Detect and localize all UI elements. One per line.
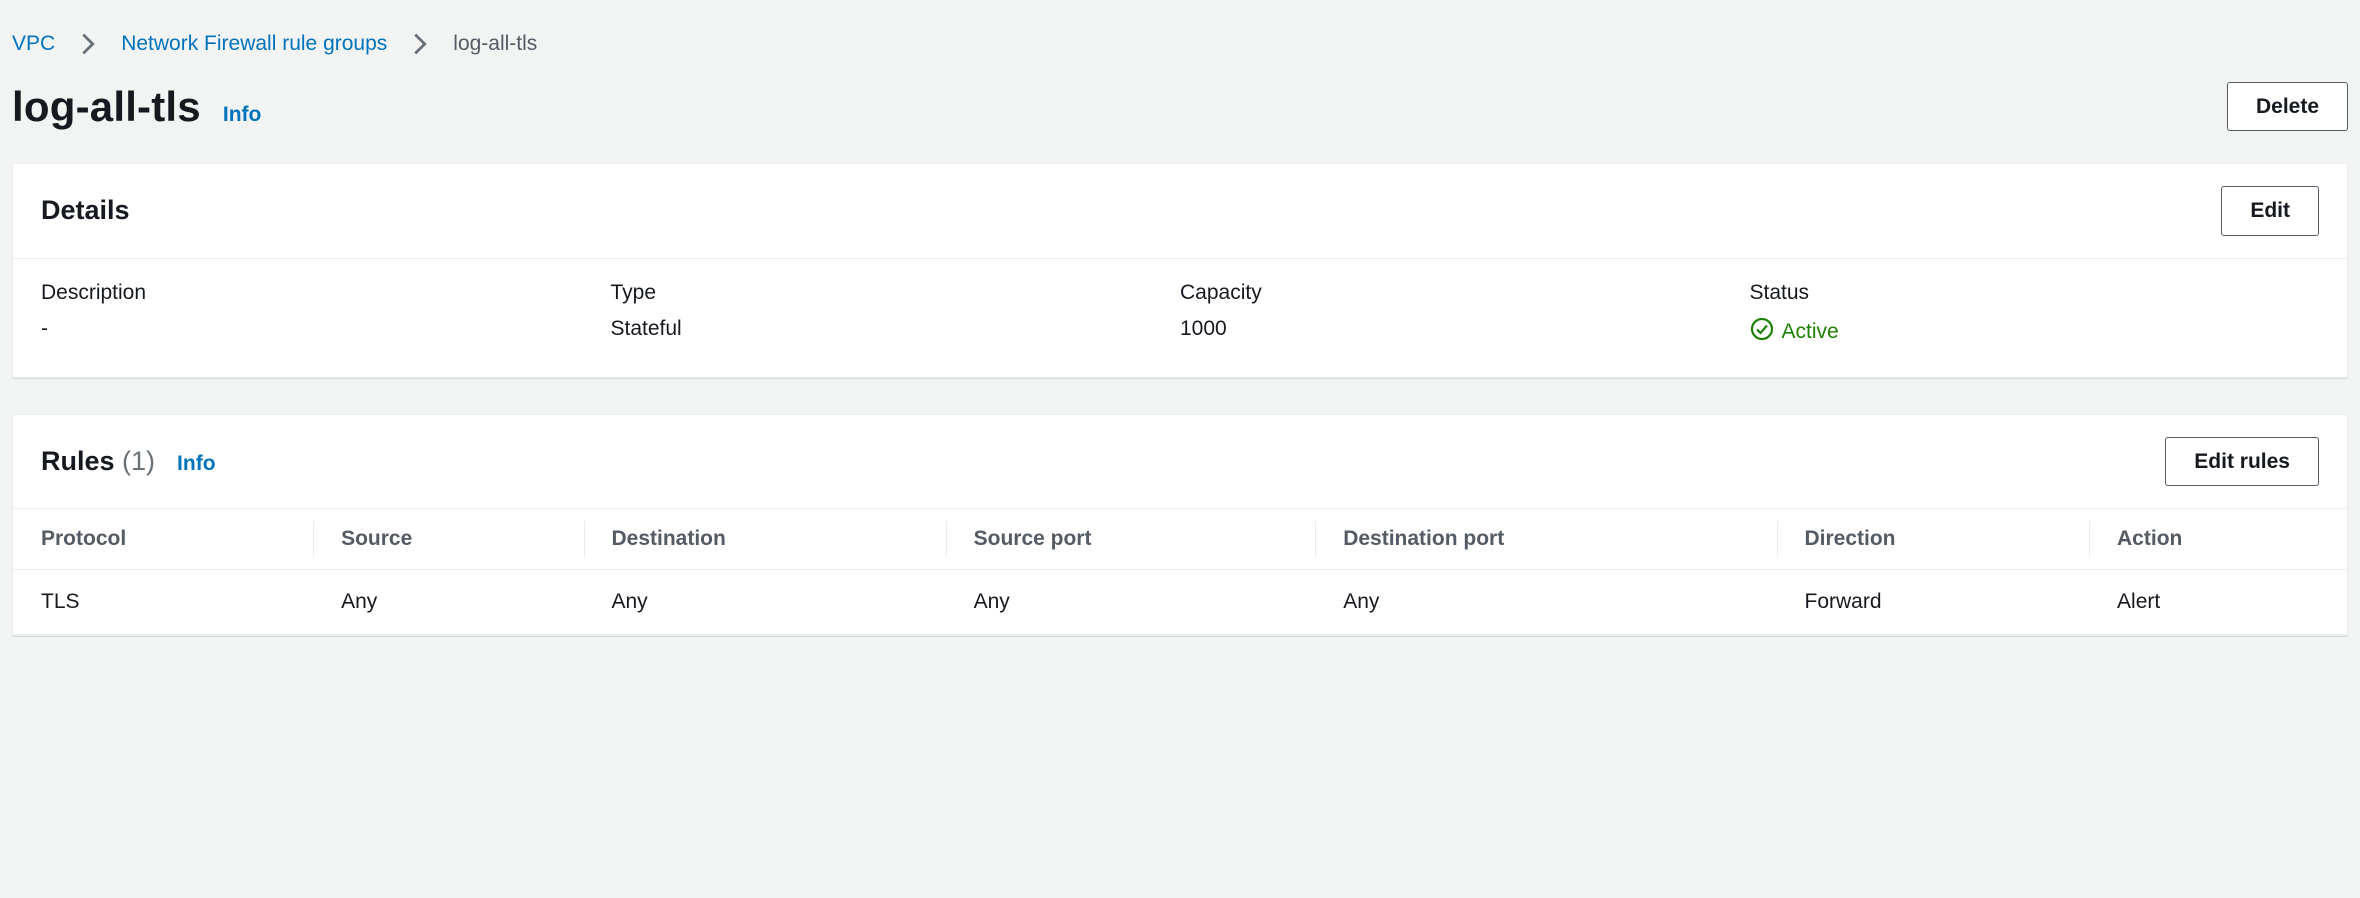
breadcrumb-item-rule-groups[interactable]: Network Firewall rule groups [121,32,387,56]
rules-table: Protocol Source Destination Source port … [13,508,2347,635]
col-destination-port[interactable]: Destination port [1315,508,1776,569]
edit-rules-button[interactable]: Edit rules [2165,437,2319,486]
delete-button[interactable]: Delete [2227,82,2348,131]
cell-protocol: TLS [13,569,313,634]
capacity-label: Capacity [1180,281,1750,305]
description-value: - [41,317,611,341]
rules-panel: Rules (1) Info Edit rules Protocol Sourc… [12,414,2348,636]
col-source[interactable]: Source [313,508,583,569]
page-title: log-all-tls [12,83,201,131]
col-action[interactable]: Action [2089,508,2347,569]
col-protocol[interactable]: Protocol [13,508,313,569]
edit-details-button[interactable]: Edit [2221,186,2319,235]
cell-destination: Any [584,569,946,634]
rules-panel-title: Rules (1) [41,446,155,477]
col-source-port[interactable]: Source port [946,508,1316,569]
details-panel: Details Edit Description - Type Stateful… [12,163,2348,377]
type-value: Stateful [611,317,1181,341]
check-circle-icon [1750,317,1774,347]
capacity-value: 1000 [1180,317,1750,341]
breadcrumb-item-vpc[interactable]: VPC [12,32,55,56]
rules-count: (1) [122,446,155,476]
cell-source-port: Any [946,569,1316,634]
status-badge: Active [1750,317,1839,347]
col-destination[interactable]: Destination [584,508,946,569]
type-label: Type [611,281,1181,305]
breadcrumb-item-current: log-all-tls [453,32,537,56]
chevron-right-icon [81,33,95,55]
cell-source: Any [313,569,583,634]
cell-direction: Forward [1777,569,2090,634]
chevron-right-icon [413,33,427,55]
col-direction[interactable]: Direction [1777,508,2090,569]
table-row[interactable]: TLS Any Any Any Any Forward Alert [13,569,2347,634]
info-link[interactable]: Info [223,103,261,127]
page-header: log-all-tls Info Delete [12,82,2348,163]
description-label: Description [41,281,611,305]
status-value: Active [1782,320,1839,344]
breadcrumb: VPC Network Firewall rule groups log-all… [12,20,2348,82]
cell-destination-port: Any [1315,569,1776,634]
details-panel-title: Details [41,195,130,226]
rules-info-link[interactable]: Info [177,452,215,476]
status-label: Status [1750,281,2320,305]
cell-action: Alert [2089,569,2347,634]
